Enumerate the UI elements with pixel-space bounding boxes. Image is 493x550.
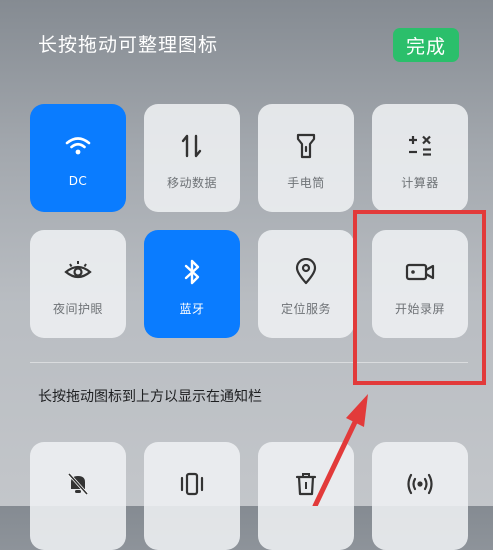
annotation-arrow (312, 394, 368, 506)
